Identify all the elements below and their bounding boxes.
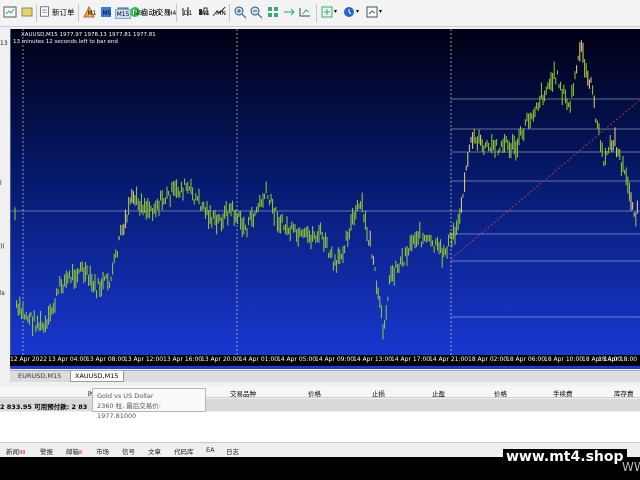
main-toolbar: 新订单 自动交易 ▾ ▾ ▾ M1 M5 M15 M30 H1 H4 D1 W1… xyxy=(0,0,640,27)
x-tick-label: 12 Apr 2022 xyxy=(10,356,48,363)
tab-codebase[interactable]: 代码库 xyxy=(174,446,194,456)
balance-text: 2 833.95 可用预付款: 2 83 xyxy=(0,403,88,411)
x-tick-label: 14 Apr 09:00 xyxy=(315,356,355,363)
chart-tab-xauusd[interactable]: XAUUSD,M15 xyxy=(70,371,124,382)
col-commission[interactable]: 手续费 xyxy=(553,388,573,398)
price-bars xyxy=(11,29,640,355)
x-tick-label: 18 Apr 02:00 xyxy=(468,356,508,363)
templates-dropdown-icon[interactable]: ▾ xyxy=(379,4,382,20)
price-chart[interactable]: XAUUSD,M15 1977.97 1978.13 1977.81 1977.… xyxy=(10,29,640,369)
indicators-dropdown-icon[interactable]: ▾ xyxy=(334,4,337,20)
tab-alerts[interactable]: 警报 xyxy=(40,446,53,456)
col-price-current[interactable]: 价格 xyxy=(494,388,507,398)
new-chart-icon[interactable] xyxy=(3,5,17,19)
timeframe-w1[interactable]: W1 xyxy=(198,9,212,19)
chart-tabs: EURUSD,M15 XAUUSD,M15 xyxy=(10,370,640,382)
left-fragment: )( xyxy=(0,243,5,250)
tab-news-badge: 99 xyxy=(19,450,26,456)
periods-dropdown-icon[interactable]: ▾ xyxy=(356,4,359,20)
timeframe-m1[interactable]: M1 xyxy=(85,9,99,19)
new-order-icon xyxy=(40,6,49,17)
timeframe-m30[interactable]: M30 xyxy=(133,9,147,19)
left-fragment: ls xyxy=(0,290,5,297)
zoom-in-icon[interactable] xyxy=(233,5,247,19)
profiles-icon[interactable] xyxy=(20,5,34,19)
timeframe-mn[interactable]: MN xyxy=(214,9,228,19)
x-tick-label: 13 Apr 12:00 xyxy=(124,356,164,363)
col-stoploss[interactable]: 止损 xyxy=(372,388,385,398)
new-order-button[interactable]: 新订单 xyxy=(52,5,75,21)
x-tick-label: 14 Apr 05:00 xyxy=(277,356,317,363)
x-tick-label: 14 Apr 21:00 xyxy=(429,356,469,363)
tooltip-detail: 2360 柱, 最后交易价: 1977.81000 xyxy=(97,402,161,420)
auto-scroll-icon[interactable] xyxy=(282,5,296,19)
col-takeprofit[interactable]: 止盈 xyxy=(432,388,445,398)
col-symbol[interactable]: 交易品种 xyxy=(230,388,256,398)
tile-windows-icon[interactable] xyxy=(266,5,280,19)
symbol-tooltip: Gold vs US Dollar 2360 柱, 最后交易价: 1977.81… xyxy=(92,388,206,420)
zoom-out-icon[interactable] xyxy=(249,5,263,19)
x-tick-label: 14 Apr 13:00 xyxy=(353,356,393,363)
trendline xyxy=(450,99,640,260)
tab-experts[interactable]: EA xyxy=(206,446,215,454)
tab-journal[interactable]: 日志 xyxy=(226,446,239,456)
x-tick-label: 13 Apr 08:00 xyxy=(86,356,126,363)
chart-tab-eurusd[interactable]: EURUSD,M15 xyxy=(14,371,65,382)
timeframe-m15[interactable]: M15 xyxy=(115,9,131,19)
tab-mailbox-label: 邮箱 xyxy=(66,448,79,456)
templates-icon[interactable] xyxy=(365,5,379,19)
tab-news-label: 新闻 xyxy=(6,448,19,456)
watermark-tail: WW xyxy=(622,460,640,474)
tab-news[interactable]: 新闻99 xyxy=(6,446,25,456)
x-tick-label: 13 Apr 20:00 xyxy=(201,356,241,363)
x-tick-label: 13 Apr 16:00 xyxy=(163,356,203,363)
x-tick-label: 14 Apr 01:00 xyxy=(239,356,279,363)
timeframe-h1[interactable]: H1 xyxy=(150,9,164,19)
tab-mailbox-badge: 8 xyxy=(79,450,83,456)
left-fragment: 13 xyxy=(0,40,8,47)
x-tick-label: 18 Apr 18:00 xyxy=(598,356,638,363)
chart-shift-icon[interactable] xyxy=(298,5,312,19)
x-tick-label: 18 Apr 10:00 xyxy=(544,356,584,363)
left-fragment: l xyxy=(0,180,2,187)
x-tick-label: 13 Apr 04:00 xyxy=(48,356,88,363)
tooltip-title: Gold vs US Dollar xyxy=(97,392,154,400)
time-axis: 12 Apr 2022 13 Apr 04:00 13 Apr 08:00 13 Ap… xyxy=(10,355,640,366)
col-swap[interactable]: 库存费 xyxy=(614,388,634,398)
tab-articles[interactable]: 文章 xyxy=(148,446,161,456)
terminal-body xyxy=(0,412,640,442)
trading-terminal-window: 新订单 自动交易 ▾ ▾ ▾ M1 M5 M15 M30 H1 H4 D1 W1… xyxy=(0,0,640,480)
timeframe-h4[interactable]: H4 xyxy=(165,9,179,19)
tab-mailbox[interactable]: 邮箱8 xyxy=(66,446,82,456)
tab-market[interactable]: 市场 xyxy=(96,446,109,456)
timeframe-d1[interactable]: D1 xyxy=(181,9,195,19)
periods-icon[interactable] xyxy=(342,5,356,19)
tab-signals[interactable]: 信号 xyxy=(122,446,135,456)
col-price[interactable]: 价格 xyxy=(308,388,321,398)
timeframe-m5[interactable]: M5 xyxy=(100,9,114,19)
x-tick-label: 14 Apr 17:00 xyxy=(391,356,431,363)
chart-symbol-info: XAUUSD,M15 1977.97 1978.13 1977.81 1977.… xyxy=(21,32,156,38)
watermark-text: www.mt4.shop xyxy=(503,449,627,465)
indicators-icon[interactable] xyxy=(320,5,334,19)
x-tick-label: 18 Apr 06:00 xyxy=(506,356,546,363)
bar-countdown: 13 minutes 12 seconds left to bar end xyxy=(13,39,118,45)
